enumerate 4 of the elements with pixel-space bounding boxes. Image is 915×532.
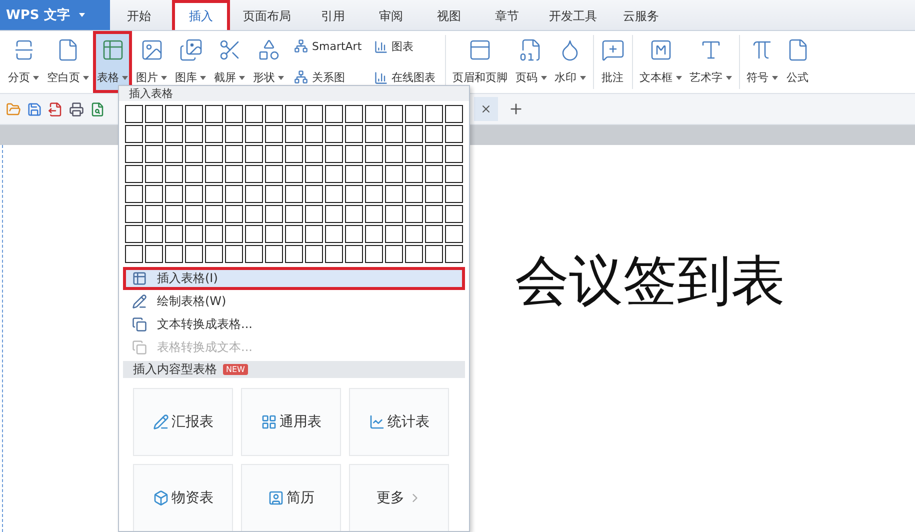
menu-title: 插入表格 (119, 86, 469, 101)
new-badge: NEW (223, 364, 248, 375)
section-title: 插入内容型表格 (133, 361, 217, 378)
document-title: 会议签到表 (515, 248, 785, 314)
